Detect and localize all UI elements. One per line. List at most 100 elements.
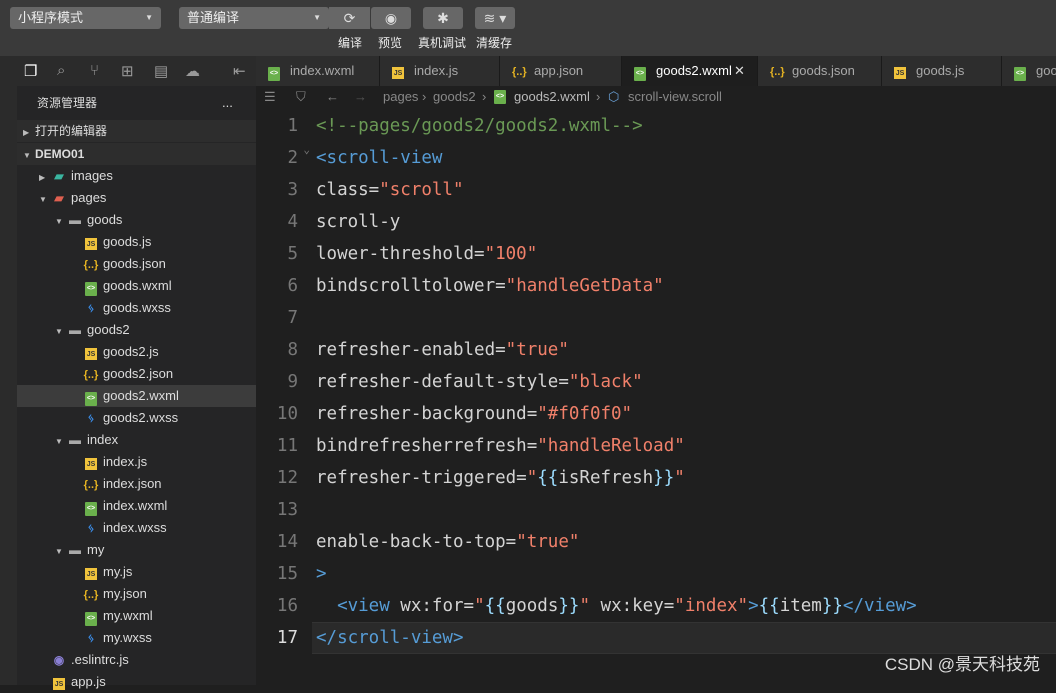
caret-down-icon: ▼ [145,13,153,22]
tab-goods-json[interactable]: {..} goods.json [758,56,882,86]
tree-file[interactable]: <> my.wxml [17,605,256,627]
code-token: <view [337,596,401,616]
tree-file[interactable]: ᛃ goods.wxss [17,297,256,319]
wxss-icon: ᛃ [87,411,95,425]
tree-file[interactable]: JS app.js [17,671,256,693]
tree-folder[interactable]: ▼ ▬ my [17,539,256,561]
line-number: 5 [287,244,298,264]
back-arrow-icon[interactable]: ← [326,86,339,108]
docker-icon[interactable]: ☁ [185,62,200,80]
breadcrumb-item[interactable]: scroll-view.scroll [628,86,722,108]
tree-folder[interactable]: ▼ ▬ index [17,429,256,451]
bookmark-icon[interactable]: ⛉ [296,86,306,108]
tree-file[interactable]: {..} my.json [17,583,256,605]
tree-file[interactable]: JS my.js [17,561,256,583]
refresh-icon: ⟳ [343,10,356,26]
collapse-panel-icon[interactable]: ⇤ [233,62,246,80]
code-token: bindscrolltolower= [316,276,506,296]
tab-goods-js[interactable]: JS goods.js [882,56,1002,86]
code-token: {{ [537,468,559,488]
save-icon[interactable]: ▤ [154,62,168,80]
tree-file[interactable]: ᛃ goods2.wxss [17,407,256,429]
code-token: "100" [484,244,538,264]
code-token: "true" [516,532,580,552]
line-number: 8 [287,340,298,360]
chevron-down-icon: ▼ [55,437,63,446]
debug-button[interactable]: ✱ [423,7,463,29]
mode-select[interactable]: 小程序模式 ▼ [10,7,161,29]
cube-icon: ⬡ [608,89,620,104]
tree-folder[interactable]: ▼ ▬ goods [17,209,256,231]
tree-file[interactable]: ◉ .eslintrc.js [17,649,256,671]
tree-file[interactable]: <> goods2.wxml [17,385,256,407]
tab-goods2-wxml[interactable]: <> goods2.wxml ✕ [622,56,758,86]
explorer-icon[interactable]: ❐ [24,62,37,80]
js-icon: JS [894,67,906,79]
tree-file[interactable]: JS goods2.js [17,341,256,363]
search-icon[interactable]: ⌕ [57,62,65,79]
project-section[interactable]: ▼ DEMO01 [17,143,256,165]
js-icon: JS [85,458,97,470]
folder-pages-icon: ▰ [54,191,64,205]
more-icon[interactable]: ... [222,92,242,114]
breadcrumb-item[interactable]: goods2 [433,86,476,108]
preview-button[interactable]: ◉ [371,7,411,29]
tree-folder[interactable]: ▼ ▰ pages [17,187,256,209]
tree-folder[interactable]: ▶ ▰ images [17,165,256,187]
code-token: refresher-default-style= [316,372,569,392]
code-token: isRefresh [558,468,654,488]
code-line: </scroll-view> [316,622,464,654]
code-line: bindrefresherrefresh="handleReload" [316,430,685,462]
chevron-down-icon: ▼ [55,217,63,226]
wxml-icon: <> [1014,67,1026,81]
wxml-icon: <> [85,282,97,296]
tree-file[interactable]: {..} index.json [17,473,256,495]
tree-file[interactable]: ᛃ my.wxss [17,627,256,649]
tree-file[interactable]: {..} goods2.json [17,363,256,385]
clear-cache-label: 清缓存 [476,36,513,50]
tree-folder[interactable]: ▼ ▬ goods2 [17,319,256,341]
line-number: 13 [276,500,298,520]
breadcrumb-item[interactable]: goods2.wxml [514,86,590,108]
code-token: item [779,596,822,616]
tree-file[interactable]: <> index.wxml [17,495,256,517]
json-icon: {..} [770,66,785,78]
chevron-down-icon: ▼ [55,327,63,336]
code-token: refresher-background= [316,404,538,424]
compile-mode-select[interactable]: 普通编译 ▼ [179,7,329,29]
clear-cache-button[interactable]: ≋ ▾ [475,7,515,29]
tab-index-js[interactable]: JS index.js [380,56,500,86]
json-icon: {..} [512,66,527,78]
code-line: lower-threshold="100" [316,238,537,270]
code-token: > [316,564,327,584]
wxss-icon: ᛃ [87,301,95,315]
wxml-file-icon: <> [494,90,506,104]
folder-icon: ▬ [69,323,81,337]
compile-button[interactable]: ⟳ [329,7,370,29]
tree-file[interactable]: ᛃ index.wxss [17,517,256,539]
extensions-icon[interactable]: ⊞ [121,62,134,80]
js-icon: JS [85,568,97,580]
tab-goods-wxml[interactable]: <>goods.wxml [1002,56,1056,86]
wxss-icon: ᛃ [87,521,95,535]
tab-app-json[interactable]: {..} app.json [500,56,622,86]
tree-file[interactable]: JS index.js [17,451,256,473]
list-icon[interactable]: ☰ [264,86,276,108]
code-token: " [526,468,538,488]
wxml-icon: <> [268,67,280,81]
code-token: "black" [568,372,643,392]
forward-arrow-icon[interactable]: → [354,86,367,108]
fold-chevron-icon[interactable]: ⌄ [296,134,310,166]
tree-file[interactable]: <> goods.wxml [17,275,256,297]
code-token: "handleGetData" [505,276,664,296]
tab-index-wxml[interactable]: <> index.wxml [256,56,380,86]
breadcrumb-item[interactable]: pages [383,86,418,108]
tree-file[interactable]: JS goods.js [17,231,256,253]
line-number: 9 [287,372,298,392]
source-control-icon[interactable]: ⑂ [90,62,99,79]
open-editors-section[interactable]: ▶ 打开的编辑器 [17,120,256,142]
tree-file[interactable]: {..} goods.json [17,253,256,275]
code-editor[interactable]: 1 <!--pages/goods2/goods2.wxml--> 2 ⌄ <scrol… [256,108,1056,685]
close-icon[interactable]: ✕ [734,56,745,86]
